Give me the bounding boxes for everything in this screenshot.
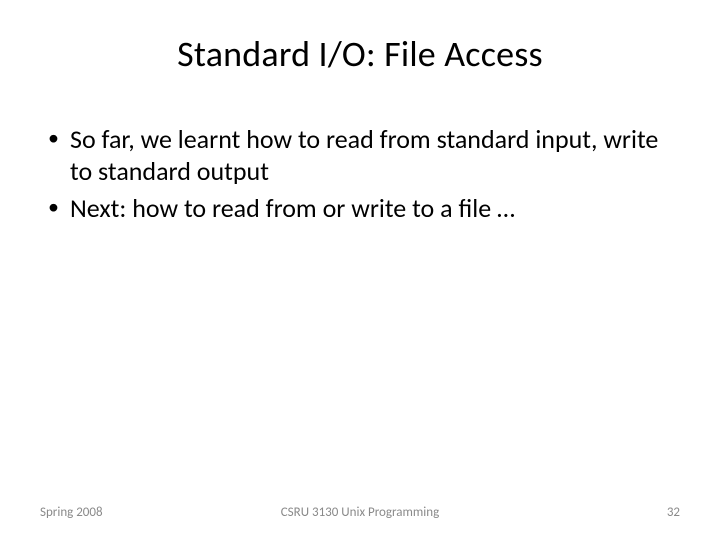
footer-left: Spring 2008 (40, 505, 103, 520)
bullet-list: So far, we learnt how to read from stand… (46, 124, 680, 225)
slide-title: Standard I/O: File Access (40, 32, 680, 76)
slide: Standard I/O: File Access So far, we lea… (0, 0, 720, 540)
slide-body: So far, we learnt how to read from stand… (40, 124, 680, 225)
footer-page-number: 32 (667, 505, 680, 520)
bullet-item: Next: how to read from or write to a fil… (46, 193, 680, 225)
bullet-item: So far, we learnt how to read from stand… (46, 124, 680, 187)
footer-center: CSRU 3130 Unix Programming (0, 505, 720, 520)
slide-footer: Spring 2008 CSRU 3130 Unix Programming 3… (0, 505, 720, 520)
